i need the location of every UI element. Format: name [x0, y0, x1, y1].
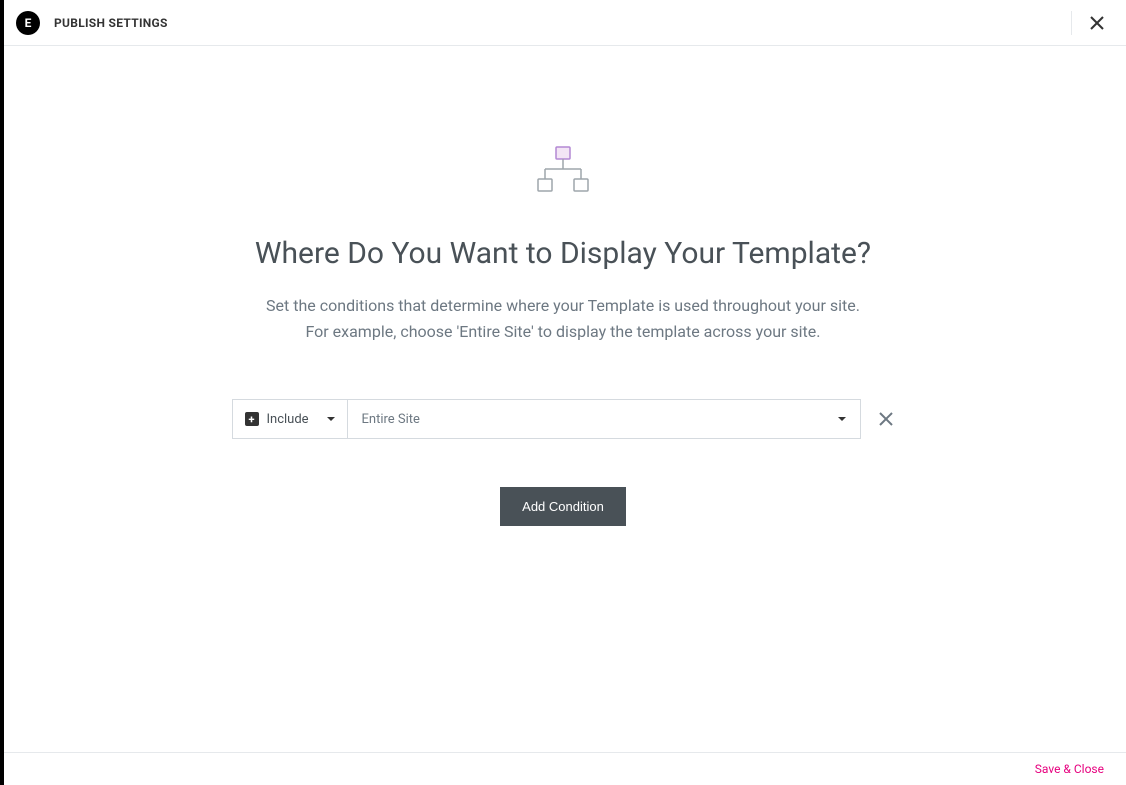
chevron-down-icon [838, 417, 846, 421]
chevron-down-icon [327, 417, 335, 421]
plus-icon: + [245, 412, 259, 426]
logo-letter: E [25, 16, 32, 30]
main-content: Where Do You Want to Display Your Templa… [0, 46, 1126, 526]
condition-type-select[interactable]: + Include [232, 399, 348, 439]
elementor-logo-icon: E [16, 11, 40, 35]
condition-row: + Include Entire Site [232, 399, 895, 439]
header-divider [1071, 11, 1072, 35]
footer: Save & Close [4, 752, 1126, 785]
remove-condition-button[interactable] [877, 410, 895, 428]
main-heading: Where Do You Want to Display Your Templa… [255, 236, 871, 271]
page-title: PUBLISH SETTINGS [54, 16, 168, 30]
main-description: Set the conditions that determine where … [266, 293, 860, 344]
condition-scope-label: Entire Site [362, 412, 420, 427]
condition-type-label: Include [267, 412, 309, 427]
include-left: + Include [245, 412, 309, 427]
add-condition-button[interactable]: Add Condition [500, 487, 626, 526]
header-left: E PUBLISH SETTINGS [16, 11, 168, 35]
header: E PUBLISH SETTINGS [0, 0, 1126, 46]
close-icon [1088, 14, 1106, 32]
description-line-2: For example, choose 'Entire Site' to dis… [266, 319, 860, 345]
close-icon [878, 411, 894, 427]
left-edge-bar [0, 0, 4, 785]
header-right [1071, 11, 1106, 35]
condition-scope-select[interactable]: Entire Site [348, 399, 861, 439]
close-button[interactable] [1088, 14, 1106, 32]
description-line-1: Set the conditions that determine where … [266, 293, 860, 319]
sitemap-icon [537, 146, 589, 196]
save-close-button[interactable]: Save & Close [1035, 762, 1104, 776]
